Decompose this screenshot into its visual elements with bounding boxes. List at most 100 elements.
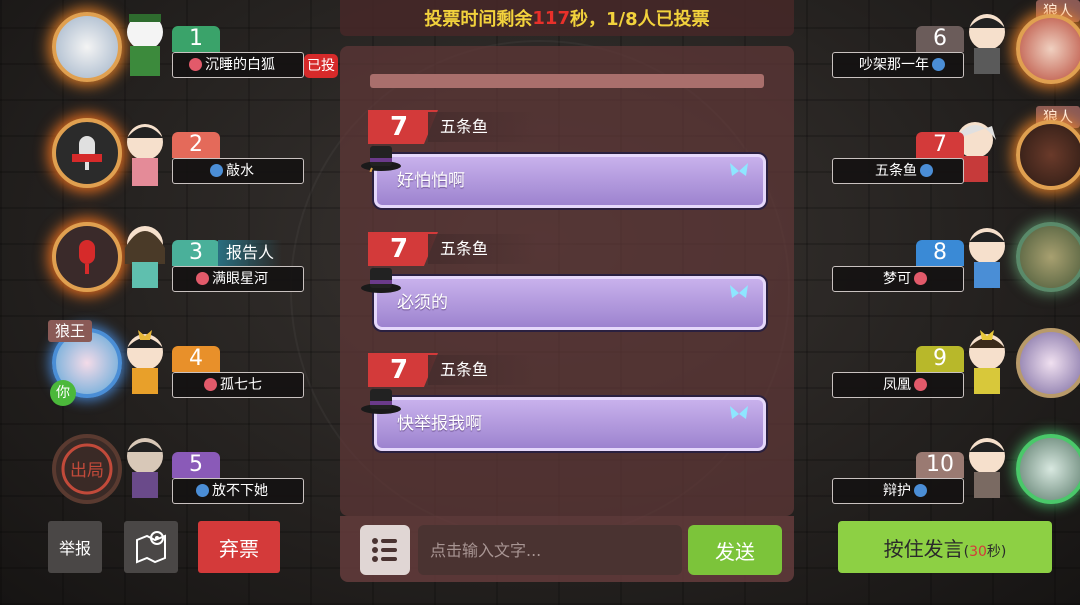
self-indicator: 你 bbox=[50, 380, 76, 406]
player-seat-10[interactable]: 10 辩护 bbox=[780, 428, 1080, 528]
hold-to-speak-button[interactable]: 按住发言(30秒) bbox=[838, 521, 1052, 573]
player-name-box: 沉睡的白狐 bbox=[172, 52, 304, 78]
female-icon bbox=[204, 378, 217, 391]
butterfly-icon bbox=[730, 285, 748, 298]
player-name-box: 梦可 bbox=[832, 266, 964, 292]
chat-message: 7 五条鱼 快举报我啊 bbox=[360, 353, 780, 463]
hold-to-speak-label: 按住发言 bbox=[883, 536, 964, 561]
wolf-king-badge: 狼王 bbox=[48, 320, 92, 342]
vote-timer-prefix: 投票时间剩余 bbox=[424, 9, 533, 30]
butterfly-icon bbox=[730, 406, 748, 419]
player-avatar: 出局 bbox=[52, 434, 122, 504]
list-icon bbox=[372, 538, 397, 562]
hold-seconds-unit: 秒 bbox=[986, 543, 1001, 560]
chat-scroll-indicator bbox=[370, 74, 764, 88]
character-sprite bbox=[127, 14, 163, 76]
vote-timer-banner: 投票时间剩余 117 秒，1/8人已投票 bbox=[340, 0, 794, 36]
report-button[interactable]: 举报 bbox=[48, 521, 102, 573]
quick-phrase-menu-button[interactable] bbox=[360, 525, 410, 575]
player-avatar bbox=[1016, 328, 1080, 398]
top-hat-icon bbox=[361, 389, 401, 414]
character-sprite bbox=[127, 124, 163, 186]
player-number: 2 bbox=[172, 132, 220, 158]
player-seat-5[interactable]: 出局 5 放不下她 bbox=[0, 428, 304, 528]
player-number: 9 bbox=[916, 346, 964, 372]
player-seat-9[interactable]: 9 凤凰 bbox=[780, 320, 1080, 420]
player-name-box: 吵架那一年 bbox=[832, 52, 964, 78]
player-name: 孤七七 bbox=[220, 377, 262, 393]
player-number: 1 bbox=[172, 26, 220, 52]
player-name: 凤凰 bbox=[883, 377, 911, 393]
player-name: 满眼星河 bbox=[212, 271, 268, 287]
map-pin-icon bbox=[136, 530, 166, 563]
message-bubble: 快举报我啊 bbox=[374, 397, 766, 451]
player-name: 敲水 bbox=[226, 163, 254, 179]
player-name-box: 满眼星河 bbox=[172, 266, 304, 292]
microphone-icon bbox=[72, 136, 102, 170]
player-name-box: 敲水 bbox=[172, 158, 304, 184]
female-icon bbox=[196, 272, 209, 285]
player-avatar bbox=[52, 12, 122, 82]
player-seat-4[interactable]: 狼王 你 4 孤七七 bbox=[0, 320, 304, 420]
player-name: 辩护 bbox=[883, 483, 911, 499]
player-name: 吵架那一年 bbox=[859, 57, 929, 73]
player-seat-2[interactable]: 2 敲水 bbox=[0, 112, 304, 212]
send-button[interactable]: 发送 bbox=[688, 525, 782, 575]
male-icon bbox=[932, 58, 945, 71]
player-name-box: 辩护 bbox=[832, 478, 964, 504]
male-icon bbox=[210, 164, 223, 177]
top-hat-icon bbox=[361, 268, 401, 293]
player-seat-8[interactable]: 8 梦可 bbox=[780, 218, 1080, 318]
character-sprite bbox=[969, 438, 1005, 498]
male-icon bbox=[914, 484, 927, 497]
reporter-role-tag: 报告人 bbox=[218, 240, 283, 266]
hold-paren-close: ) bbox=[1000, 543, 1007, 560]
top-hat-icon bbox=[361, 146, 401, 172]
map-button[interactable] bbox=[124, 521, 178, 573]
female-icon bbox=[189, 58, 202, 71]
player-seat-1[interactable]: 1 沉睡的白狐 已投 bbox=[0, 4, 338, 104]
character-sprite bbox=[125, 226, 165, 288]
player-avatar bbox=[1016, 14, 1080, 84]
eliminated-stamp-text: 出局 bbox=[70, 461, 104, 481]
vote-timer-suffix: 秒，1/8人已投票 bbox=[569, 9, 710, 30]
player-name-box: 孤七七 bbox=[172, 372, 304, 398]
butterfly-icon bbox=[730, 163, 748, 176]
player-avatar bbox=[52, 222, 122, 292]
vote-timer-seconds: 117 bbox=[532, 7, 570, 29]
message-bubble: 必须的 bbox=[374, 276, 766, 330]
chat-message: 7 五条鱼 必须的 bbox=[360, 232, 780, 342]
character-sprite bbox=[969, 330, 1005, 394]
player-name-box: 凤凰 bbox=[832, 372, 964, 398]
player-name: 放不下她 bbox=[212, 483, 268, 499]
player-number: 4 bbox=[172, 346, 220, 372]
eliminated-stamp-icon: 出局 bbox=[61, 443, 113, 495]
player-avatar bbox=[1016, 434, 1080, 504]
player-seat-7[interactable]: 狼人 7 五条鱼 bbox=[780, 106, 1080, 212]
player-number: 8 bbox=[916, 240, 964, 266]
player-seat-6[interactable]: 狼人 6 吵架那一年 bbox=[780, 0, 1080, 104]
player-avatar bbox=[1016, 120, 1080, 190]
player-seat-3[interactable]: 3 报告人 满眼星河 bbox=[0, 218, 304, 318]
message-bubble: 好怕怕啊 bbox=[374, 154, 766, 208]
character-sprite bbox=[969, 14, 1005, 74]
player-name-box: 五条鱼 bbox=[832, 158, 964, 184]
chat-text-input[interactable] bbox=[418, 525, 682, 575]
chat-panel[interactable]: 7 五条鱼 好怕怕啊 7 五条鱼 必须的 7 五条鱼 快举报我啊 bbox=[340, 46, 794, 516]
player-avatar bbox=[52, 118, 122, 188]
player-number: 10 bbox=[916, 452, 964, 478]
player-number: 7 bbox=[916, 132, 964, 158]
message-player-name: 五条鱼 bbox=[428, 355, 538, 385]
player-name: 沉睡的白狐 bbox=[205, 57, 275, 73]
abstain-vote-button[interactable]: 弃票 bbox=[198, 521, 280, 573]
voted-tag: 已投 bbox=[304, 54, 338, 78]
chat-message: 7 五条鱼 好怕怕啊 bbox=[360, 110, 780, 220]
message-player-name: 五条鱼 bbox=[428, 234, 538, 264]
female-icon bbox=[914, 272, 927, 285]
chat-input-bar: 发送 bbox=[340, 516, 794, 582]
microphone-icon bbox=[79, 240, 95, 274]
male-icon bbox=[196, 484, 209, 497]
player-avatar bbox=[1016, 222, 1080, 292]
player-name: 五条鱼 bbox=[875, 163, 917, 179]
female-icon bbox=[914, 378, 927, 391]
